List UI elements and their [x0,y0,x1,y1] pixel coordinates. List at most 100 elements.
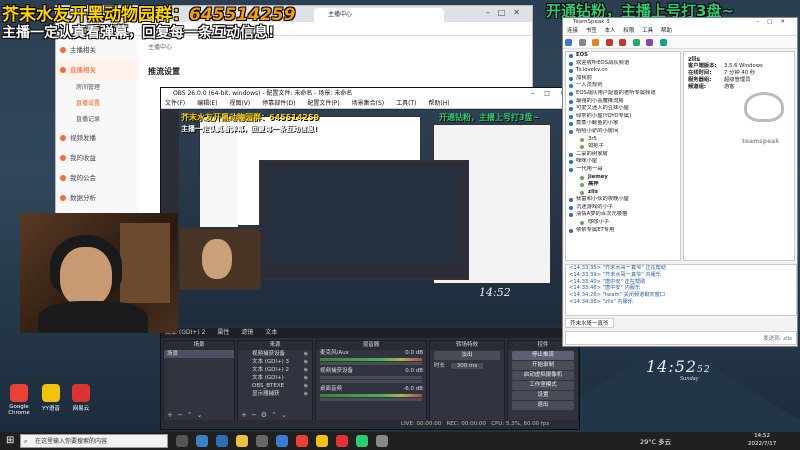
sidebar-item-anchor[interactable]: 主播相关 [56,40,138,60]
ts-menu-permissions[interactable]: 权限 [623,28,634,34]
desktop-icon-chrome[interactable]: Google Chrome [2,384,36,416]
tree-user[interactable]: zlls [566,189,680,197]
eye-icon[interactable]: ◉ [304,358,308,366]
sidebar-item-analytics[interactable]: 数据分析 [56,188,138,208]
tree-channel[interactable]: 一人员规则 [566,82,680,90]
tree-user[interactable]: 3r5 [566,136,680,144]
menu-docks[interactable]: 停靠部件(D) [262,100,295,107]
source-item[interactable]: OBS_BTEXE ◉ [238,382,312,390]
virtual-camera-button[interactable]: 启动虚拟摄像机 [512,371,574,380]
netease-taskbar-icon[interactable] [336,435,348,447]
sidebar-sub-live-record[interactable]: 直播记录 [56,112,138,128]
chat-tab[interactable]: 芥末水哥一真爷 [565,318,614,328]
tree-user[interactable]: jiemey [566,174,680,182]
tree-channel[interactable]: 一代用一哥 [566,166,680,174]
disconnect-icon[interactable] [578,39,586,46]
tree-user[interactable]: 如把子 [566,143,680,151]
eye-icon[interactable]: ◉ [304,374,308,382]
desktop-icon-yy[interactable]: YY语音 [34,384,68,412]
tree-channel[interactable]: 最强的小恶魔推流房 [566,98,680,106]
sidebar-item-guild[interactable]: 我的公会 [56,168,138,188]
exit-button[interactable]: 退出 [512,401,574,410]
tree-user[interactable]: 高梓 [566,181,680,189]
mute-mic-icon[interactable] [605,39,613,46]
weather-widget[interactable]: 29°C 多云 [640,436,671,446]
taskbar-search-input[interactable]: ⌕ 在这里输入你要搜索的内容 [20,434,168,448]
filters-button[interactable]: 滤镜 [241,329,253,336]
tree-channel[interactable]: EOS战队用户配置的老听专属频道 [566,90,680,98]
stop-streaming-button[interactable]: 停止推流 [512,351,574,360]
edge-icon[interactable] [196,435,208,447]
eye-icon[interactable]: ◉ [304,382,308,390]
tree-channel[interactable]: 蒸蒸小鲸鱼的小家 [566,120,680,128]
tree-channel[interactable]: 清情A梦的百次元吸猫 [566,211,680,219]
chrome-taskbar-icon[interactable] [296,435,308,447]
eye-icon[interactable]: ◉ [304,390,308,398]
store-icon[interactable] [216,435,228,447]
sources-toolbar[interactable]: +−⚙⌃⌄ [241,411,291,419]
tree-channel[interactable]: 我富和小伙的夜晚小屋 [566,196,680,204]
volume-slider[interactable] [320,398,422,401]
tree-channel[interactable]: 二蒙的树家房 [566,151,680,159]
sidebar-item-video[interactable]: 视频发播 [56,128,138,148]
transition-select[interactable]: 淡出 [434,351,500,360]
source-item[interactable]: 文本 (GDI+) ◉ [238,374,312,382]
scenes-toolbar[interactable]: +−⌃⌄ [167,411,206,419]
sidebar-item-income[interactable]: 我的收益 [56,148,138,168]
desktop-icon-netease[interactable]: 网易云 [64,384,98,412]
obs-taskbar-icon[interactable] [256,435,268,447]
tree-channel[interactable]: 咪咪小屋 [566,158,680,166]
subscribe-icon[interactable] [659,39,667,46]
studio-mode-button[interactable]: 工作室模式 [512,381,574,390]
source-item[interactable]: 显示器捕获 ◉ [238,390,312,398]
tree-channel[interactable]: 沉迷游戏的小子 [566,204,680,212]
tree-channel[interactable]: Ts.lovekv.cn [566,67,680,75]
ts-menu-connections[interactable]: 连接 [567,28,578,34]
ts-menu-self[interactable]: 本人 [605,28,616,34]
properties-button[interactable]: 属性 [217,329,229,336]
tray-clock[interactable]: 14:52 2022/7/17 [748,433,776,448]
identity-icon[interactable] [646,39,654,46]
menu-help[interactable]: 帮助(H) [428,100,449,107]
app-taskbar-icon[interactable] [356,435,368,447]
source-item[interactable]: 视频捕获设备 ◉ [238,350,312,358]
obs-preview[interactable]: 芥末水友开黑动物园群：645514259 主播一定认真看弹幕，回复每一条互动信息… [179,110,561,326]
sidebar-sub-live-settings[interactable]: 直播设置 [56,96,138,112]
transition-duration-input[interactable]: 300 ms [450,363,484,369]
tree-channel[interactable]: 依依专属ET专用 [566,227,680,235]
tree-channel[interactable]: 哈哈小驴的小房间 [566,128,680,136]
sidebar-sub-room[interactable]: 房间管理 [56,80,138,96]
yy-taskbar-icon[interactable] [316,435,328,447]
teamspeak-window-controls[interactable]: –□✕ [756,18,793,27]
start-recording-button[interactable]: 开始录制 [512,361,574,370]
volume-slider[interactable] [320,362,422,365]
windows-start-icon[interactable]: ⊞ [6,435,14,446]
connect-icon[interactable] [565,39,572,46]
settings-button[interactable]: 设置 [512,391,574,400]
tree-server[interactable]: EOS [566,52,680,60]
scene-item[interactable]: 场景 [164,350,234,358]
ts-menu-help[interactable]: 帮助 [661,28,672,34]
tree-channel[interactable]: 可爱又迷人的豆妹小屋 [566,105,680,113]
volume-slider[interactable] [320,380,422,383]
app-taskbar-icon[interactable] [376,435,388,447]
ts-menu-bookmarks[interactable]: 书签 [586,28,597,34]
ts-menu-tools[interactable]: 工具 [642,28,653,34]
tree-channel[interactable]: 绿茶的小屋(YOYO专属) [566,113,680,121]
bookmark-icon[interactable] [632,39,640,46]
menu-edit[interactable]: 编辑(E) [197,100,217,107]
source-item[interactable]: 文本 (GDI+) 2 ◉ [238,366,312,374]
source-item[interactable]: 文本 (GDI+) 3 ◉ [238,358,312,366]
task-view-icon[interactable] [176,435,188,447]
menu-file[interactable]: 文件(F) [165,100,185,107]
eye-icon[interactable]: ◉ [304,350,308,358]
file-explorer-icon[interactable] [236,435,248,447]
tree-channel[interactable]: 欢迎收听EOS战队频道 [566,60,680,68]
menu-tools[interactable]: 工具(T) [396,100,416,107]
tree-channel[interactable]: 加我前 [566,75,680,83]
menu-profile[interactable]: 配置文件(P) [307,100,339,107]
sidebar-item-live[interactable]: 直播相关 [56,60,138,80]
mute-speaker-icon[interactable] [619,39,627,46]
browser-window-controls[interactable]: –□✕ [486,8,528,17]
chat-input[interactable]: 发送到: zlls [565,331,797,345]
